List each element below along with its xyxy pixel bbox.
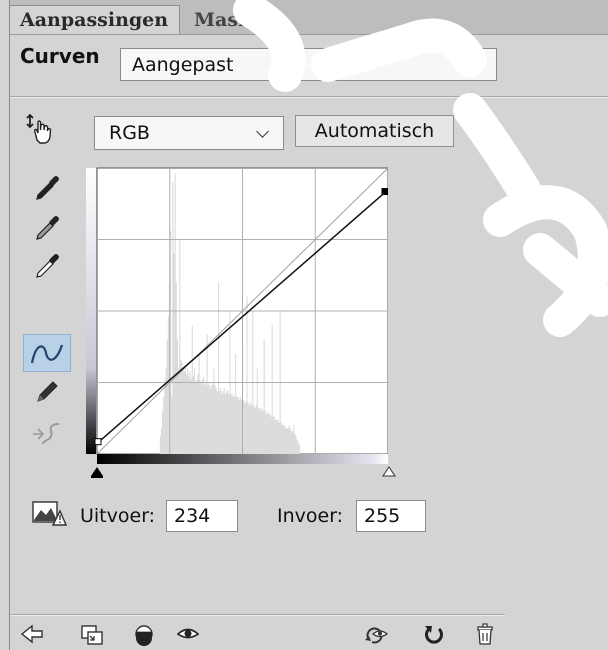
curve-graph-canvas[interactable] — [86, 164, 388, 464]
auto-button[interactable]: Automatisch — [295, 115, 454, 147]
divider-highlight — [10, 97, 608, 98]
chevron-down-icon — [256, 125, 269, 138]
output-gradient-bar — [86, 168, 96, 454]
tab-bar: Aanpassingen Maskers — [10, 0, 608, 35]
black-point-eyedropper-icon[interactable] — [34, 172, 64, 202]
preset-value: Aangepast — [132, 53, 234, 76]
black-point-slider[interactable] — [90, 464, 104, 478]
curve-point — [94, 438, 102, 446]
input-field[interactable]: 255 — [356, 500, 426, 532]
output-label: Uitvoer: — [80, 505, 156, 527]
white-point-slider[interactable] — [382, 464, 396, 478]
input-gradient-bar — [97, 454, 388, 464]
trash-icon[interactable] — [474, 622, 498, 646]
output-field[interactable]: 234 — [166, 500, 238, 532]
input-label: Invoer: — [277, 505, 344, 527]
adjustment-type-label: Curven — [20, 44, 100, 68]
curve-point-tool-icon — [30, 344, 64, 364]
view-previous-icon[interactable] — [362, 622, 389, 646]
channel-value: RGB — [109, 122, 150, 144]
gray-point-eyedropper-icon[interactable] — [34, 212, 64, 242]
divider-highlight — [10, 615, 505, 616]
curve-point-tool-button[interactable] — [23, 334, 71, 372]
tab-maskers[interactable]: Maskers — [184, 6, 294, 34]
adjustments-panel: Aanpassingen Maskers Curven Aangepast RG… — [0, 0, 608, 650]
eye-icon[interactable] — [176, 622, 200, 646]
smooth-curve-icon — [31, 418, 61, 448]
curve-point-selected — [381, 188, 388, 196]
chevron-down-icon — [473, 56, 486, 69]
back-arrow-icon[interactable] — [20, 622, 44, 646]
channel-dropdown[interactable]: RGB — [94, 116, 284, 150]
curve-graph[interactable] — [86, 164, 388, 464]
clipping-warning-icon[interactable] — [31, 498, 68, 528]
clip-to-layer-icon[interactable] — [80, 622, 104, 646]
layer-visibility-icon[interactable] — [132, 622, 156, 646]
tab-aanpassingen[interactable]: Aanpassingen — [10, 5, 180, 34]
preset-dropdown[interactable]: Aangepast — [120, 48, 497, 81]
reset-icon[interactable] — [422, 622, 446, 646]
white-point-eyedropper-icon[interactable] — [34, 250, 64, 280]
pencil-draw-icon[interactable] — [33, 376, 63, 406]
hand-target-icon[interactable] — [24, 112, 54, 148]
